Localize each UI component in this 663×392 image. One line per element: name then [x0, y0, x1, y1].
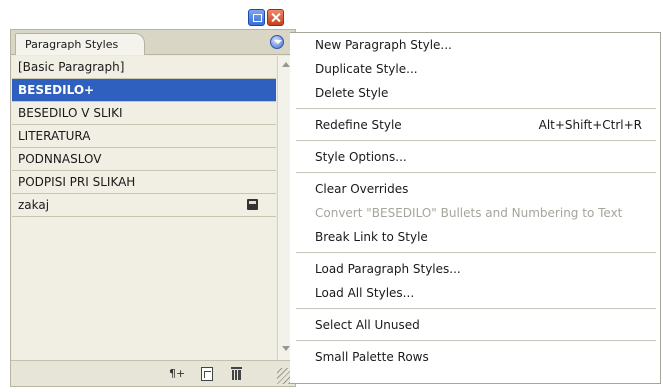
style-item-label: BESEDILO V SLIKI — [18, 106, 123, 120]
style-item-label: [Basic Paragraph] — [18, 60, 125, 74]
menu-item-clear-overrides[interactable]: Clear Overrides — [290, 177, 660, 201]
style-item-basic-paragraph[interactable]: [Basic Paragraph] — [12, 56, 276, 79]
palette-title-strip — [10, 8, 290, 28]
menu-separator — [290, 105, 660, 113]
style-item-label: PODNNASLOV — [18, 152, 102, 166]
style-item-label: PODPISI PRI SLIKAH — [18, 175, 136, 189]
style-list: [Basic Paragraph] BESEDILO+ BESEDILO V S… — [12, 56, 276, 360]
menu-item-label: Clear Overrides — [315, 182, 409, 196]
menu-item-label: Redefine Style — [315, 118, 402, 132]
menu-separator — [290, 169, 660, 177]
style-item-label: LITERATURA — [18, 129, 91, 143]
style-item-label: zakaj — [18, 198, 50, 212]
menu-item-convert-bullets: Convert "BESEDILO" Bullets and Numbering… — [290, 201, 660, 225]
panel-bottom-bar: ¶+ — [11, 360, 295, 386]
menu-separator — [290, 137, 660, 145]
style-item-label: BESEDILO+ — [18, 83, 95, 97]
minimize-icon[interactable] — [248, 9, 265, 26]
menu-item-select-all-unused[interactable]: Select All Unused — [290, 313, 660, 337]
style-item-besedilo-plus[interactable]: BESEDILO+ — [12, 79, 276, 102]
menu-item-new-paragraph-style[interactable]: New Paragraph Style... — [290, 33, 660, 57]
menu-item-label: Style Options... — [315, 150, 407, 164]
style-item-podnnaslov[interactable]: PODNNASLOV — [12, 148, 276, 171]
panel-flyout-menu: New Paragraph Style... Duplicate Style..… — [290, 32, 661, 384]
menu-item-load-paragraph-styles[interactable]: Load Paragraph Styles... — [290, 257, 660, 281]
menu-item-label: Delete Style — [315, 86, 389, 100]
menu-item-load-all-styles[interactable]: Load All Styles... — [290, 281, 660, 305]
menu-separator — [290, 249, 660, 257]
menu-item-label: Load Paragraph Styles... — [315, 262, 461, 276]
style-item-besedilo-v-sliki[interactable]: BESEDILO V SLIKI — [12, 102, 276, 125]
menu-item-label: Convert "BESEDILO" Bullets and Numbering… — [315, 206, 623, 220]
menu-item-style-options[interactable]: Style Options... — [290, 145, 660, 169]
menu-item-break-link-to-style[interactable]: Break Link to Style — [290, 225, 660, 249]
menu-item-label: Load All Styles... — [315, 286, 415, 300]
menu-item-label: New Paragraph Style... — [315, 38, 452, 52]
style-item-zakaj[interactable]: zakaj — [12, 194, 276, 217]
new-style-icon[interactable] — [201, 367, 213, 381]
menu-item-shortcut: Alt+Shift+Ctrl+R — [538, 118, 642, 132]
style-item-podpisi-pri-slikah[interactable]: PODPISI PRI SLIKAH — [12, 171, 276, 194]
menu-item-delete-style[interactable]: Delete Style — [290, 81, 660, 105]
style-item-literatura[interactable]: LITERATURA — [12, 125, 276, 148]
clear-overrides-icon[interactable]: ¶+ — [169, 367, 187, 381]
menu-item-small-palette-rows[interactable]: Small Palette Rows — [290, 345, 660, 369]
paragraph-styles-panel: Paragraph Styles [Basic Paragraph] BESED… — [10, 29, 296, 387]
panel-menu-icon[interactable] — [270, 35, 284, 49]
menu-separator — [290, 337, 660, 345]
menu-item-label: Duplicate Style... — [315, 62, 418, 76]
tab-paragraph-styles[interactable]: Paragraph Styles — [15, 33, 146, 55]
menu-separator — [290, 305, 660, 313]
close-icon[interactable] — [267, 9, 284, 26]
menu-item-duplicate-style[interactable]: Duplicate Style... — [290, 57, 660, 81]
menu-item-label: Break Link to Style — [315, 230, 428, 244]
panel-tab-bar: Paragraph Styles — [11, 30, 295, 55]
menu-item-label: Small Palette Rows — [315, 350, 429, 364]
style-group-icon — [247, 199, 258, 210]
menu-item-redefine-style[interactable]: Redefine Style Alt+Shift+Ctrl+R — [290, 113, 660, 137]
trash-icon[interactable] — [231, 367, 242, 381]
menu-item-label: Select All Unused — [315, 318, 420, 332]
